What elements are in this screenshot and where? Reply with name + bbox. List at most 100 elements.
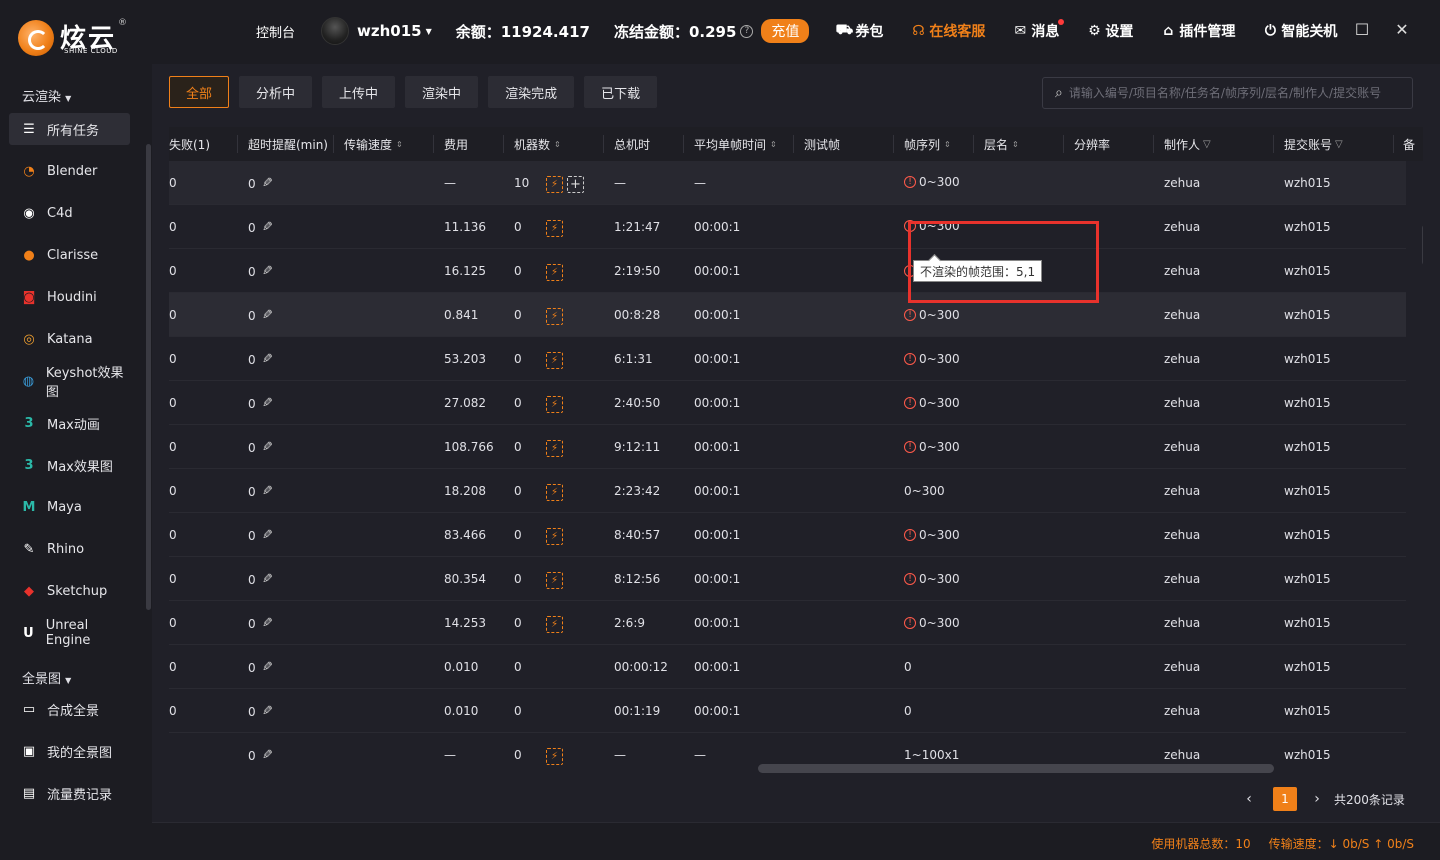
settings-button[interactable]: ⚙ 设置 — [1085, 21, 1133, 41]
warning-icon[interactable]: ! — [904, 309, 916, 321]
filter-icon[interactable]: ▽ — [1203, 139, 1211, 150]
sidebar-item-max-animation[interactable]: 3 Max动画 — [9, 407, 130, 439]
edit-icon[interactable]: ✎ — [262, 572, 273, 587]
warning-icon[interactable]: ! — [904, 176, 916, 188]
table-horizontal-scrollbar[interactable] — [758, 764, 1274, 773]
sort-icon[interactable]: ⇕ — [396, 140, 403, 149]
page-number-current[interactable]: 1 — [1273, 787, 1297, 811]
sidebar-item-sketchup[interactable]: ◆ Sketchup — [9, 575, 130, 607]
edit-icon[interactable]: ✎ — [262, 220, 273, 235]
sort-icon[interactable]: ⇕ — [554, 140, 561, 149]
avatar[interactable] — [321, 17, 350, 45]
table-row[interactable]: 0 0 ✎ 14.253 0 ⚡ 2:6:9 00:00:1! 0~300 zehua wzh015 — [169, 601, 1406, 645]
sidebar-item-maya[interactable]: M Maya — [9, 491, 130, 523]
sidebar-item-c4d[interactable]: ◉ C4d — [9, 197, 130, 229]
filter-icon[interactable]: ▽ — [1335, 139, 1343, 150]
user-dropdown-icon[interactable]: ▼ — [426, 27, 432, 36]
table-vertical-scrollbar[interactable] — [1422, 225, 1423, 265]
messages-button[interactable]: ✉ 消息 — [1011, 19, 1065, 41]
search-input[interactable] — [1068, 86, 1389, 100]
maximize-icon[interactable]: ☐ — [1354, 20, 1370, 39]
render-action-icon[interactable]: ⚡ — [546, 308, 563, 325]
help-icon[interactable]: ? — [740, 24, 754, 38]
warning-icon[interactable]: ! — [904, 573, 916, 585]
sidebar-section-panorama[interactable]: 全景图 ▼ — [22, 668, 71, 687]
close-icon[interactable]: ✕ — [1394, 20, 1410, 39]
customer-service-button[interactable]: ☊ 在线客服 — [909, 21, 985, 41]
sidebar-item-max-render[interactable]: 3 Max效果图 — [9, 449, 130, 481]
column-avg-frame-time[interactable]: 平均单帧时间 ⇕ — [694, 136, 777, 153]
sidebar-section-cloud-render[interactable]: 云渲染 ▼ — [22, 86, 71, 105]
edit-icon[interactable]: ✎ — [262, 616, 273, 631]
render-action-icon[interactable]: ⚡ — [546, 176, 563, 193]
table-row[interactable]: 0 0 ✎ —10 ⚡ + — —! 0~300 zehua wzh015 — [169, 161, 1406, 205]
sort-icon[interactable]: ⇕ — [1012, 140, 1019, 149]
table-row[interactable]: 0 0 ✎ 108.766 0 ⚡ 9:12:11 00:00:1! 0~300 zehua wzh… — [169, 425, 1406, 469]
filter-all[interactable]: 全部 — [169, 76, 230, 108]
filter-downloaded[interactable]: 已下载 — [584, 76, 658, 108]
column-layer-name[interactable]: 层名 ⇕ — [984, 136, 1019, 153]
render-action-icon[interactable]: ⚡ — [546, 220, 563, 237]
sidebar-item-rhino[interactable]: ✎ Rhino — [9, 533, 130, 565]
warning-icon[interactable]: ! — [904, 529, 916, 541]
table-row[interactable]: 0 0 ✎ 27.082 0 ⚡ 2:40:50 00:00:1! 0~300 zehua wzh0… — [169, 381, 1406, 425]
recharge-button[interactable]: 充值 — [761, 19, 810, 43]
sidebar-item-blender[interactable]: ◔ Blender — [9, 155, 130, 187]
plugin-manager-button[interactable]: ⌂ 插件管理 — [1159, 21, 1235, 41]
prev-page-icon[interactable]: ‹ — [1242, 791, 1256, 807]
render-action-icon[interactable]: ⚡ — [546, 440, 563, 457]
table-row[interactable]: 0 0 ✎ 53.203 0 ⚡ 6:1:31 00:00:1! 0~300 zehua wzh01… — [169, 337, 1406, 381]
table-row[interactable]: 0 0 ✎ 18.208 0 ⚡ 2:23:42 00:00:1 0~300 zehua wzh01… — [169, 469, 1406, 513]
render-action-icon[interactable]: ⚡ — [546, 264, 563, 281]
render-action-icon[interactable]: ⚡ — [546, 748, 563, 765]
edit-icon[interactable]: ✎ — [262, 660, 273, 675]
warning-icon[interactable]: ! — [904, 397, 916, 409]
warning-icon[interactable]: ! — [904, 617, 916, 629]
edit-icon[interactable]: ✎ — [262, 484, 273, 499]
filter-render-complete[interactable]: 渲染完成 — [488, 76, 575, 108]
edit-icon[interactable]: ✎ — [262, 440, 273, 455]
column-frame-sequence[interactable]: 帧序列 ⇕ — [904, 136, 951, 153]
edit-icon[interactable]: ✎ — [262, 704, 273, 719]
table-row[interactable]: 0 0 ✎ 0.010 0 00:1:19 00:00:1 0 zehua wzh015 — [169, 689, 1406, 733]
column-failed[interactable]: 失败(1) — [169, 136, 210, 153]
sidebar-item-my-panoramas[interactable]: ▣ 我的全景图 — [9, 735, 130, 767]
column-machines[interactable]: 机器数 ⇕ — [514, 136, 561, 153]
table-row[interactable]: 00✎16.1250⚡2:19:5000:00:1!0~300zehuawzh0… — [169, 249, 1406, 293]
render-action-icon[interactable]: ⚡ — [546, 352, 563, 369]
edit-icon[interactable]: ✎ — [262, 748, 273, 763]
edit-icon[interactable]: ✎ — [262, 396, 273, 411]
edit-icon[interactable]: ✎ — [262, 264, 273, 279]
column-transfer-speed[interactable]: 传输速度 ⇕ — [344, 136, 403, 153]
edit-icon[interactable]: ✎ — [262, 308, 273, 323]
warning-icon[interactable]: ! — [904, 441, 916, 453]
column-creator[interactable]: 制作人 ▽ — [1164, 136, 1211, 153]
edit-icon[interactable]: ✎ — [262, 352, 273, 367]
sidebar-item-houdini[interactable]: ◙ Houdini — [9, 281, 130, 313]
sort-icon[interactable]: ⇕ — [944, 140, 951, 149]
sort-icon[interactable]: ⇕ — [770, 140, 777, 149]
table-row[interactable]: 0 0 ✎ 0.010 0 00:00:12 00:00:1 0 zehua wzh015 — [169, 645, 1406, 689]
sidebar-item-keyshot[interactable]: ◍ Keyshot效果图 — [9, 365, 130, 400]
sidebar-item-traffic-records[interactable]: ▤ 流量费记录 — [9, 777, 130, 809]
filter-analyzing[interactable]: 分析中 — [239, 76, 313, 108]
render-action-icon[interactable]: ⚡ — [546, 572, 563, 589]
sidebar-item-compose-panorama[interactable]: ▭ 合成全景 — [9, 693, 130, 725]
render-action-icon[interactable]: ⚡ — [546, 396, 563, 413]
coupon-button[interactable]: ⛟ 券包 — [835, 21, 884, 41]
edit-icon[interactable]: ✎ — [262, 528, 273, 543]
table-row[interactable]: 0 0 ✎ 0.841 0 ⚡ 00:8:28 00:00:1! 0~300 zehua wzh01… — [169, 293, 1406, 337]
column-notes[interactable]: 备 — [1403, 136, 1415, 153]
column-cost[interactable]: 费用 — [444, 136, 468, 153]
sidebar-item-katana[interactable]: ◎ Katana — [9, 323, 130, 355]
filter-uploading[interactable]: 上传中 — [322, 76, 396, 108]
render-action-icon[interactable]: ⚡ — [546, 528, 563, 545]
console-link[interactable]: 控制台 — [256, 22, 295, 41]
column-total-machine-time[interactable]: 总机时 — [614, 136, 650, 153]
table-row[interactable]: 0 0 ✎ 80.354 0 ⚡ 8:12:56 00:00:1! 0~300 zehua wzh0… — [169, 557, 1406, 601]
render-action-icon[interactable]: ⚡ — [546, 616, 563, 633]
username[interactable]: wzh015 — [357, 22, 422, 40]
column-resolution[interactable]: 分辨率 — [1074, 136, 1110, 153]
column-test-frame[interactable]: 测试帧 — [804, 136, 840, 153]
table-row[interactable]: 0 0 ✎ 11.136 0 ⚡ 1:21:47 00:00:1! 0~300 zehua wzh0… — [169, 205, 1406, 249]
